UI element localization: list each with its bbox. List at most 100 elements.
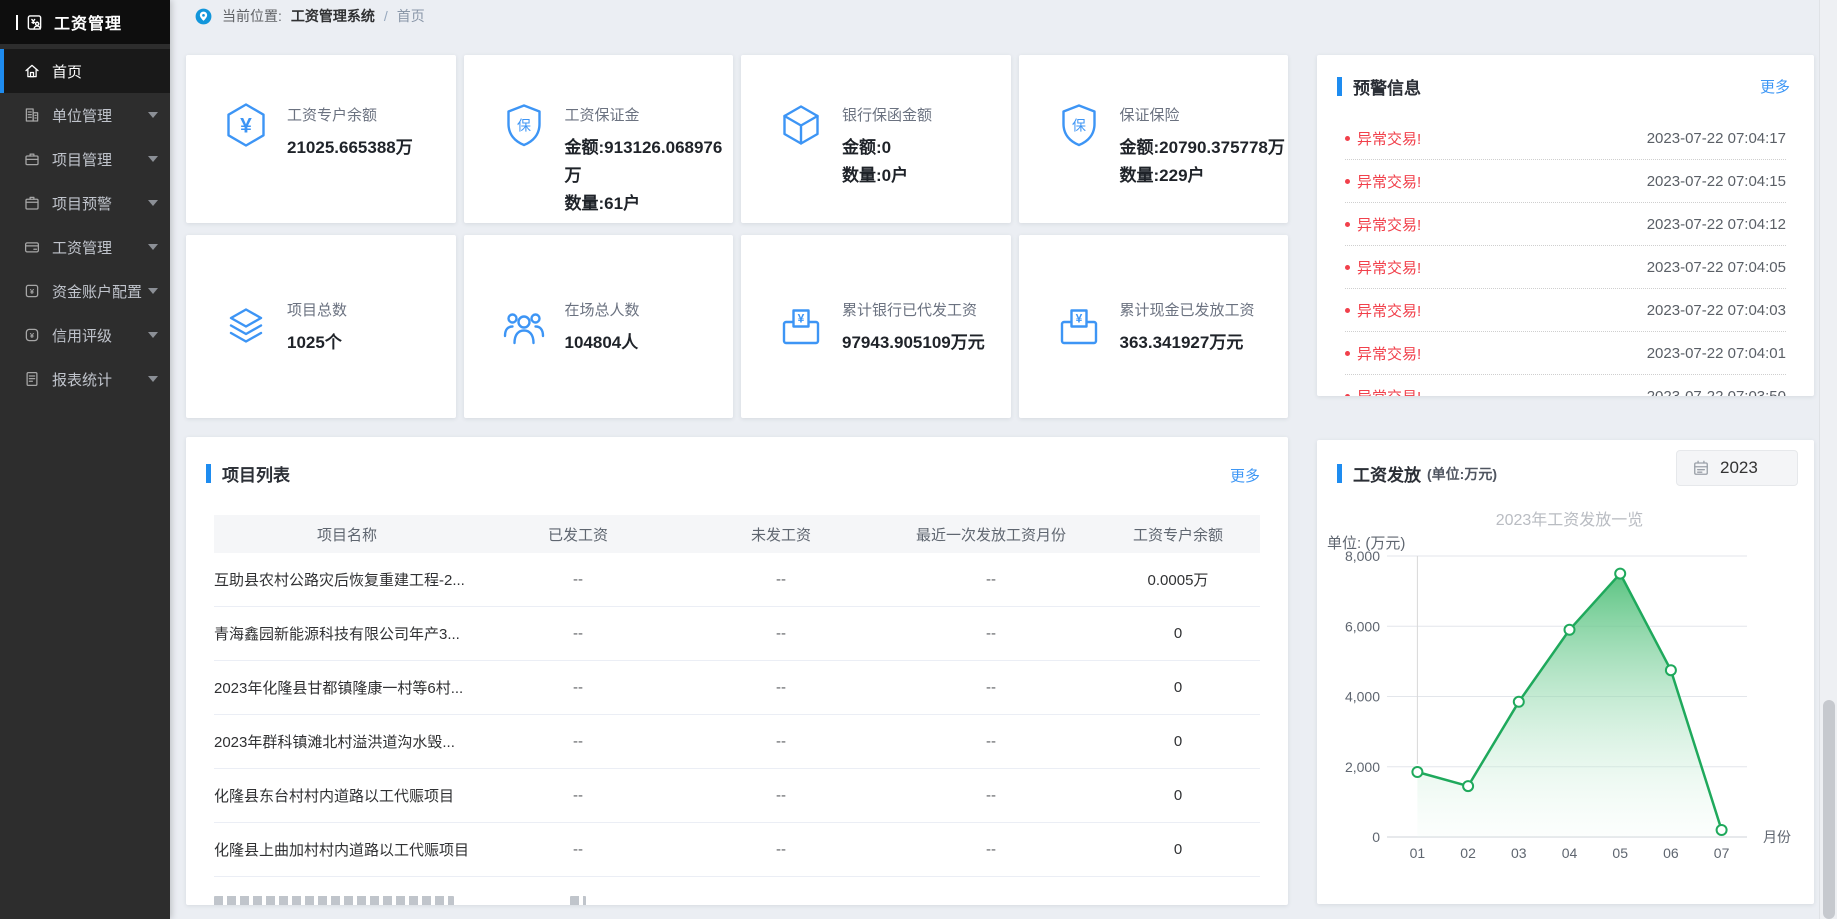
warning-item[interactable]: 异常交易! 2023-07-22 07:04:01 — [1345, 332, 1786, 375]
warning-item[interactable]: 异常交易! 2023-07-22 07:04:03 — [1345, 289, 1786, 332]
table-row[interactable]: 互助县农村公路灾后恢复重建工程-2...------0.0005万 — [214, 553, 1260, 607]
table-cell: 青海鑫园新能源科技有限公司年产3... — [214, 623, 480, 644]
sidebar-item-salary[interactable]: 工资管理 — [0, 225, 170, 269]
logo-icon — [24, 12, 45, 33]
sidebar-item-project-alert[interactable]: 项目预警 — [0, 181, 170, 225]
sidebar-item-label: 工资管理 — [52, 237, 112, 258]
table-row[interactable]: 化隆县上曲加村村内道路以工代赈项目------0 — [214, 823, 1260, 877]
sidebar-item-org[interactable]: 单位管理 — [0, 93, 170, 137]
stat-card-value: 数量:61户 — [565, 190, 734, 218]
shield-bao-icon: 保 — [1055, 101, 1103, 149]
salary-chart-panel: 工资发放 (单位:万元) 2023 2023年工资发放一览 单位: (万元) 8… — [1317, 440, 1814, 904]
table-header-row: 项目名称已发工资未发工资最近一次发放工资月份工资专户余额 — [214, 515, 1260, 553]
sidebar-menu: 首页单位管理项目管理项目预警工资管理¥资金账户配置¥信用评级报表统计 — [0, 44, 170, 401]
warning-item[interactable]: 异常交易! 2023-07-22 07:03:50 — [1345, 375, 1786, 396]
layers-icon — [222, 303, 270, 351]
app-title: 工资管理 — [54, 10, 122, 34]
warning-item-label: 异常交易! — [1345, 171, 1421, 192]
stat-card-value: 363.341927万元 — [1120, 329, 1255, 357]
stat-card-value: 金额:0 — [842, 134, 932, 162]
breadcrumb-prefix: 当前位置: — [222, 6, 282, 26]
table-cell: 化隆县上曲加村村内道路以工代赈项目 — [214, 839, 480, 860]
table-column-header: 已发工资 — [480, 524, 676, 545]
svg-text:01: 01 — [1410, 845, 1426, 861]
fund-account-icon: ¥ — [23, 282, 41, 300]
sidebar-item-home[interactable]: 首页 — [0, 49, 170, 93]
stat-card-label: 累计现金已发放工资 — [1120, 299, 1255, 320]
scrollbar-track[interactable] — [1819, 0, 1837, 919]
credit-icon: ¥ — [23, 326, 41, 344]
stat-card-label: 工资专户余额 — [287, 104, 413, 125]
table-cell: -- — [886, 841, 1096, 858]
table-row[interactable]: 化隆县东台村村内道路以工代赈项目------0 — [214, 769, 1260, 823]
table-column-header: 工资专户余额 — [1096, 524, 1260, 545]
project-panel-title: 项目列表 — [206, 461, 290, 486]
svg-text:05: 05 — [1612, 845, 1628, 861]
logo-pipe — [16, 15, 18, 30]
stat-card-value: 1025个 — [287, 329, 347, 357]
svg-text:06: 06 — [1663, 845, 1679, 861]
table-cell: 0 — [1096, 841, 1260, 858]
caret-down-icon — [148, 286, 158, 296]
sidebar-item-project[interactable]: 项目管理 — [0, 137, 170, 181]
project-panel-title-text: 项目列表 — [222, 461, 290, 486]
svg-text:¥: ¥ — [1075, 311, 1082, 325]
svg-text:保: 保 — [517, 118, 531, 134]
warning-item[interactable]: 异常交易! 2023-07-22 07:04:05 — [1345, 246, 1786, 289]
report-icon — [23, 370, 41, 388]
svg-text:¥: ¥ — [798, 311, 805, 325]
svg-text:2,000: 2,000 — [1345, 759, 1380, 775]
table-cell: -- — [886, 787, 1096, 804]
cash-icon: ¥ — [1055, 303, 1103, 351]
breadcrumb-root[interactable]: 工资管理系统 — [291, 6, 375, 26]
stat-card-value: 97943.905109万元 — [842, 329, 985, 357]
warning-item[interactable]: 异常交易! 2023-07-22 07:04:17 — [1345, 117, 1786, 160]
table-column-header: 未发工资 — [676, 524, 886, 545]
chart-xaxis-label: 月份 — [1763, 829, 1791, 845]
sidebar-item-report[interactable]: 报表统计 — [0, 357, 170, 401]
scrollbar-thumb[interactable] — [1823, 700, 1835, 919]
warning-more-link[interactable]: 更多 — [1760, 76, 1790, 97]
warning-item-time: 2023-07-22 07:04:17 — [1647, 130, 1786, 147]
table-row[interactable]: 青海鑫园新能源科技有限公司年产3...------0 — [214, 607, 1260, 661]
people-icon — [500, 303, 548, 351]
breadcrumb-separator: / — [384, 8, 388, 24]
warning-item-time: 2023-07-22 07:04:12 — [1647, 216, 1786, 233]
sidebar-item-credit[interactable]: ¥ 信用评级 — [0, 313, 170, 357]
stat-card-value: 数量:0户 — [842, 162, 932, 190]
project-more-link[interactable]: 更多 — [1230, 465, 1260, 486]
table-cell: -- — [676, 625, 886, 642]
table-cell: -- — [676, 733, 886, 750]
stat-card-label: 工资保证金 — [565, 104, 734, 125]
table-row-clipped[interactable] — [214, 877, 1260, 905]
table-column-header: 项目名称 — [214, 524, 480, 545]
table-cell: -- — [676, 787, 886, 804]
breadcrumb: 当前位置: 工资管理系统 / 首页 — [194, 5, 425, 27]
warning-dot-icon — [1345, 394, 1350, 397]
table-row[interactable]: 2023年群科镇滩北村溢洪道沟水毁...------0 — [214, 715, 1260, 769]
stat-card: ¥工资专户余额21025.665388万 — [186, 55, 456, 223]
warning-item-time: 2023-07-22 07:04:03 — [1647, 302, 1786, 319]
warning-item-time: 2023-07-22 07:04:05 — [1647, 259, 1786, 276]
logo-bar: 工资管理 — [0, 0, 170, 44]
warning-item[interactable]: 异常交易! 2023-07-22 07:04:15 — [1345, 160, 1786, 203]
sidebar-item-label: 首页 — [52, 61, 82, 82]
warning-list: 异常交易! 2023-07-22 07:04:17异常交易! 2023-07-2… — [1345, 117, 1786, 396]
stat-card-value: 金额:913126.068976万 — [565, 134, 734, 190]
table-cell: -- — [886, 679, 1096, 696]
org-icon — [23, 106, 41, 124]
cash-icon: ¥ — [777, 303, 825, 351]
project-table: 项目名称已发工资未发工资最近一次发放工资月份工资专户余额互助县农村公路灾后恢复重… — [214, 515, 1260, 905]
project-icon — [23, 150, 41, 168]
sidebar-item-label: 项目预警 — [52, 193, 112, 214]
table-cell: -- — [480, 733, 676, 750]
svg-text:8,000: 8,000 — [1345, 548, 1380, 564]
sidebar-item-label: 信用评级 — [52, 325, 112, 346]
sidebar-item-fund-account[interactable]: ¥资金账户配置 — [0, 269, 170, 313]
warning-item[interactable]: 异常交易! 2023-07-22 07:04:12 — [1345, 203, 1786, 246]
svg-text:¥: ¥ — [30, 331, 35, 340]
warning-dot-icon — [1345, 179, 1350, 184]
table-row[interactable]: 2023年化隆县甘都镇隆康一村等6村...------0 — [214, 661, 1260, 715]
caret-down-icon — [148, 154, 158, 164]
caret-down-icon — [148, 110, 158, 120]
